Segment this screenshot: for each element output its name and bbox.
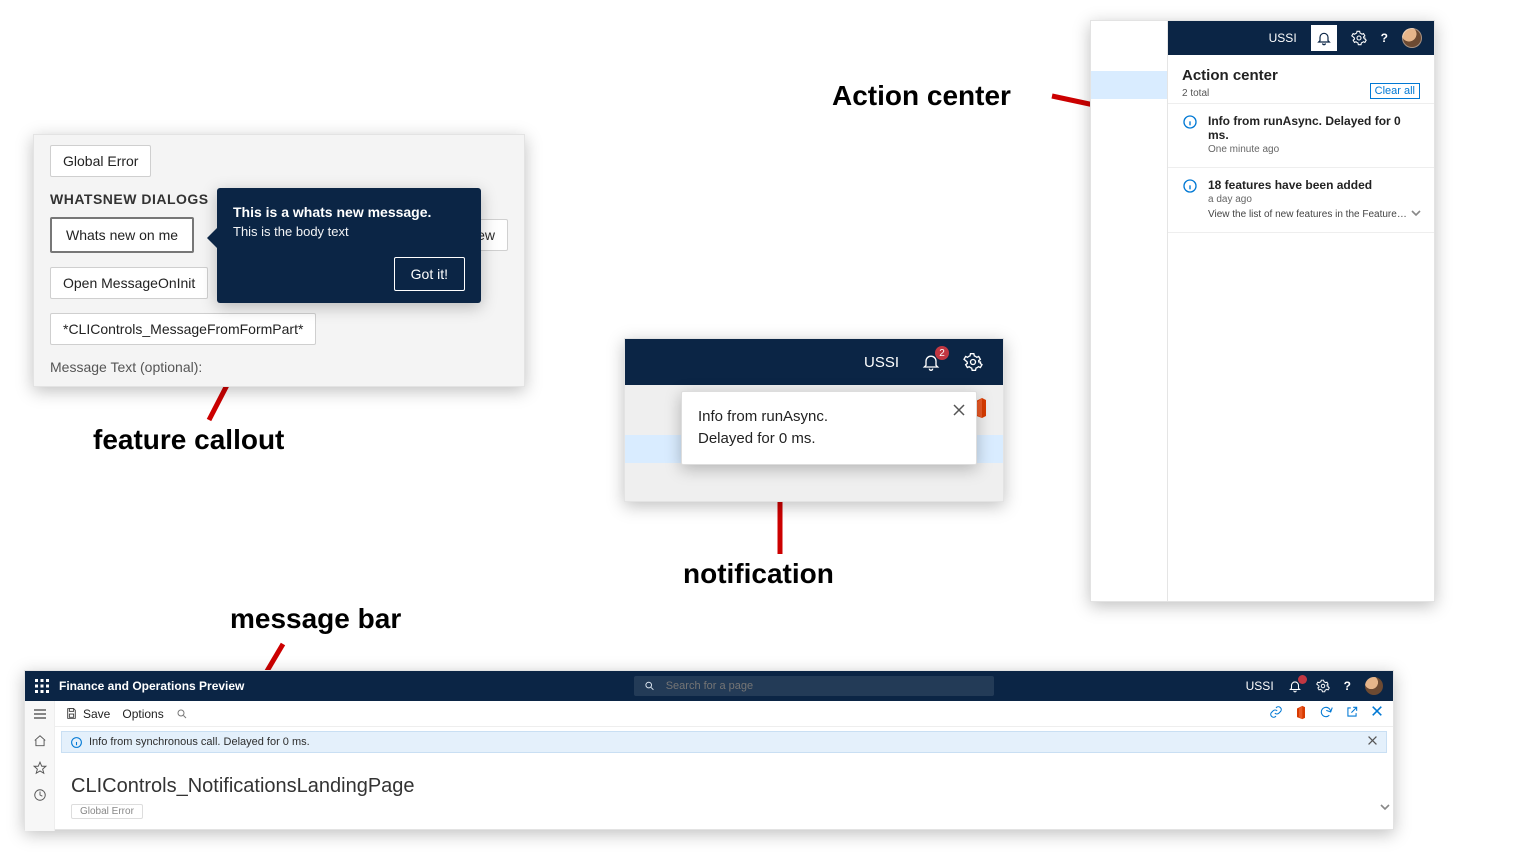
search-small-icon[interactable] [176, 708, 188, 720]
help-icon[interactable]: ? [1381, 31, 1388, 45]
clock-icon[interactable] [33, 788, 47, 805]
label-notification: notification [683, 558, 834, 590]
waffle-icon[interactable] [35, 679, 49, 693]
toast-line1: Info from runAsync. [698, 408, 828, 425]
tooltip-title: This is a whats new message. [233, 204, 465, 220]
toolbar: Save Options [55, 701, 1393, 727]
close-icon[interactable] [1367, 735, 1378, 749]
open-messageoninit-button[interactable]: Open MessageOnInit [50, 267, 208, 299]
bell-icon[interactable] [1288, 679, 1302, 693]
search-box[interactable] [634, 676, 994, 696]
star-icon[interactable] [33, 761, 47, 778]
bell-icon[interactable]: 2 [921, 352, 941, 372]
chevron-down-icon[interactable] [1410, 207, 1422, 222]
hamburger-icon[interactable] [33, 707, 47, 724]
save-button[interactable]: Save [65, 707, 110, 721]
message-text-optional-label: Message Text (optional): [50, 359, 508, 375]
search-input[interactable] [664, 679, 985, 693]
gear-icon[interactable] [963, 352, 983, 372]
avatar[interactable] [1402, 28, 1422, 48]
save-icon [65, 707, 78, 720]
action-center-panel: USSI ? Action center 2 total Clear all I… [1090, 20, 1435, 602]
ussi-label-ac: USSI [1269, 31, 1297, 45]
gear-icon[interactable] [1351, 30, 1367, 46]
ussi-label-top: USSI [1246, 679, 1274, 693]
label-message-bar: message bar [230, 603, 401, 635]
save-label: Save [83, 707, 110, 721]
chevron-down-icon[interactable] [1379, 801, 1391, 816]
toast: Info from runAsync. Delayed for 0 ms. [681, 391, 977, 465]
help-icon[interactable]: ? [1344, 679, 1351, 693]
notification-topbar: USSI 2 [625, 339, 1003, 385]
ac-sidebar-stripe [1091, 71, 1167, 99]
close-icon[interactable] [1371, 705, 1383, 723]
home-icon[interactable] [33, 734, 47, 751]
app-title: Finance and Operations Preview [59, 679, 244, 693]
page-heading: CLIControls_NotificationsLandingPage [55, 757, 1393, 798]
bell-badge-dot [1298, 675, 1307, 684]
options-button[interactable]: Options [122, 707, 163, 721]
notification-panel: USSI 2 Info from runAsync. Delayed for 0… [624, 338, 1004, 502]
message-bar-text: Info from synchronous call. Delayed for … [89, 736, 310, 748]
message-bar-page: Finance and Operations Preview USSI ? [24, 670, 1394, 830]
page-topbar: Finance and Operations Preview USSI ? [25, 671, 1393, 701]
ac-item-time: One minute ago [1208, 144, 1420, 155]
search-icon [644, 680, 655, 692]
office-icon[interactable] [1295, 705, 1307, 723]
ussi-label: USSI [864, 354, 899, 371]
left-rail [25, 701, 55, 831]
clicontrols-msgfrompart-button[interactable]: *CLIControls_MessageFromFormPart* [50, 313, 316, 345]
global-error-button[interactable]: Global Error [50, 145, 151, 177]
ac-item-title: 18 features have been added [1208, 178, 1408, 192]
info-icon [1182, 114, 1198, 155]
link-icon[interactable] [1269, 705, 1283, 723]
refresh-icon[interactable] [1319, 705, 1333, 723]
gotit-button[interactable]: Got it! [394, 257, 465, 291]
ac-item[interactable]: Info from runAsync. Delayed for 0 ms. On… [1168, 104, 1434, 168]
ac-item-time: a day ago [1208, 194, 1408, 205]
ac-item-title: Info from runAsync. Delayed for 0 ms. [1208, 114, 1420, 142]
tooltip-pointer-icon [207, 228, 217, 248]
avatar[interactable] [1365, 677, 1383, 695]
toast-line2: Delayed for 0 ms. [698, 430, 816, 447]
ac-title: Action center [1182, 67, 1278, 84]
ac-topbar: USSI ? [1168, 21, 1434, 55]
whatsnew-tooltip: This is a whats new message. This is the… [217, 188, 481, 303]
label-feature-callout: feature callout [93, 424, 284, 456]
bell-icon[interactable] [1311, 25, 1337, 51]
info-icon [1182, 178, 1198, 220]
ac-item[interactable]: 18 features have been added a day ago Vi… [1168, 168, 1434, 233]
whats-new-button[interactable]: Whats new on me [50, 217, 194, 253]
ac-total: 2 total [1182, 88, 1278, 99]
info-icon [70, 736, 83, 749]
message-bar: Info from synchronous call. Delayed for … [61, 731, 1387, 753]
tooltip-body: This is the body text [233, 224, 465, 239]
ac-item-detail: View the list of new features in the Fea… [1208, 209, 1408, 220]
popout-icon[interactable] [1345, 705, 1359, 723]
label-action-center: Action center [832, 80, 1011, 112]
close-icon[interactable] [952, 402, 966, 424]
ac-header: Action center 2 total Clear all [1168, 55, 1434, 104]
clear-all-button[interactable]: Clear all [1370, 83, 1420, 99]
bell-badge: 2 [935, 346, 949, 360]
gear-icon[interactable] [1316, 679, 1330, 693]
page-pill: Global Error [71, 804, 143, 819]
